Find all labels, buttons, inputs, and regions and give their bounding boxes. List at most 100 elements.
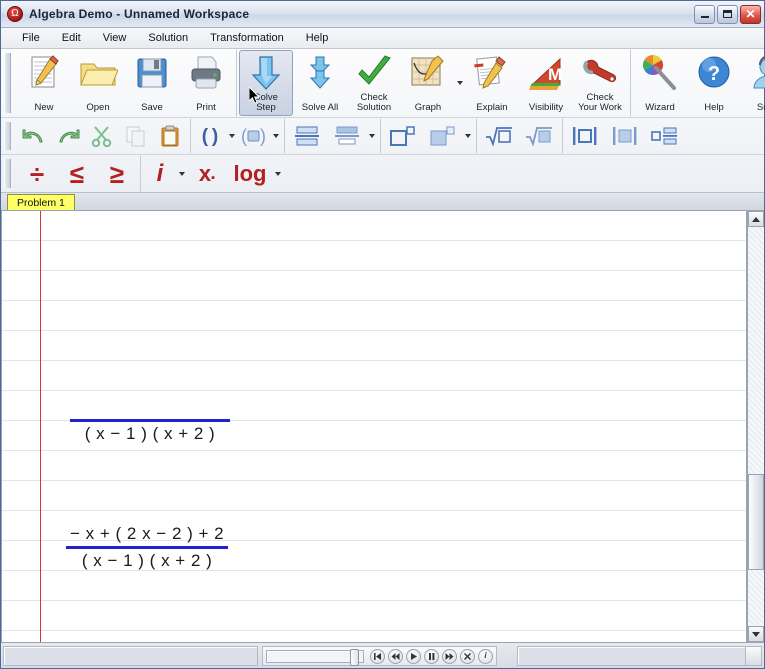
explain-button[interactable]: Explain xyxy=(465,50,519,116)
check-solution-button[interactable]: Check Solution xyxy=(347,50,401,116)
open-button-label: Open xyxy=(86,102,110,113)
parentheses-dropdown-caret[interactable] xyxy=(229,134,235,138)
explain-button-label: Explain xyxy=(476,102,508,113)
visibility-button[interactable]: M Visibility xyxy=(519,50,573,116)
less-than-equal-button[interactable]: ≤ xyxy=(57,156,97,191)
svg-text:(: ( xyxy=(241,126,247,146)
scroll-up-button[interactable] xyxy=(748,211,764,227)
check-your-work-button-label: Check Your Work xyxy=(578,92,622,113)
open-button[interactable]: Open xyxy=(71,50,125,116)
save-button[interactable]: Save xyxy=(125,50,179,116)
open-folder-icon xyxy=(78,55,119,93)
logarithm-button[interactable]: log xyxy=(227,156,273,191)
menu-item-file[interactable]: File xyxy=(11,30,51,46)
toolbar-group-help: Wizard ? Help S xyxy=(630,49,765,117)
minimize-icon xyxy=(695,6,714,23)
new-button[interactable]: New xyxy=(17,50,71,116)
menu-item-help[interactable]: Help xyxy=(295,30,340,46)
stop-close-button[interactable] xyxy=(460,648,475,664)
fraction-button[interactable] xyxy=(287,119,327,153)
resize-grip[interactable] xyxy=(745,646,762,666)
play-button[interactable] xyxy=(406,648,421,664)
status-pane-left xyxy=(3,646,258,666)
fraction-icon xyxy=(295,126,319,146)
graph-button[interactable]: Graph xyxy=(401,50,455,116)
parentheses-filled-button[interactable]: ( ) xyxy=(237,119,271,153)
graph-dropdown-caret[interactable] xyxy=(457,81,463,85)
symbol-toolbar: ÷ ≤ ≥ i x▪ log xyxy=(1,155,764,192)
solve-step-button[interactable]: Solve Step xyxy=(239,50,293,116)
exponent-filled-icon xyxy=(430,126,455,146)
save-button-label: Save xyxy=(141,102,163,113)
expression-step-2[interactable]: − x + ( 2 x − 2 ) + 2 ( x − 1 ) ( x + 2 … xyxy=(66,524,229,571)
check-your-work-button[interactable]: Check Your Work xyxy=(573,50,627,116)
parentheses-filled-dropdown-caret[interactable] xyxy=(273,134,279,138)
documents-pencil-icon xyxy=(472,55,512,93)
skip-to-start-icon xyxy=(374,652,381,660)
maximize-button[interactable] xyxy=(717,4,738,24)
fast-forward-button[interactable] xyxy=(442,648,457,664)
rewind-button[interactable] xyxy=(388,648,403,664)
subscript-x-button[interactable]: x▪ xyxy=(187,156,227,191)
radical-filled-button[interactable] xyxy=(519,119,559,153)
skip-to-start-button[interactable] xyxy=(370,648,385,664)
tab-problem-1[interactable]: Problem 1 xyxy=(7,194,75,210)
minimize-button[interactable] xyxy=(694,4,715,24)
info-icon: i xyxy=(484,651,487,660)
worksheet-paper[interactable]: ( x − 1 ) ( x + 2 ) − x + ( 2 x − 2 ) + … xyxy=(1,211,747,642)
menu-item-solution[interactable]: Solution xyxy=(137,30,199,46)
exponent-dropdown-caret[interactable] xyxy=(465,134,471,138)
scroll-down-button[interactable] xyxy=(748,626,764,642)
solve-all-button[interactable]: Solve All xyxy=(293,50,347,116)
divide-icon: ÷ xyxy=(29,158,45,189)
logarithm-dropdown-caret[interactable] xyxy=(275,171,281,176)
radical-button[interactable] xyxy=(479,119,519,153)
symbol-toolbar-grip[interactable] xyxy=(4,159,11,188)
redo-button[interactable] xyxy=(51,119,85,153)
wizard-button-label: Wizard xyxy=(645,102,675,113)
help-button[interactable]: ? Help xyxy=(687,50,741,116)
parentheses-button[interactable]: ( ) xyxy=(193,119,227,153)
scrollbar-track[interactable] xyxy=(748,227,764,626)
scrollbar-thumb[interactable] xyxy=(748,474,764,571)
absolute-value-filled-button[interactable] xyxy=(605,119,645,153)
floppy-disk-icon xyxy=(132,55,172,93)
absolute-value-button[interactable] xyxy=(565,119,605,153)
support-button[interactable]: Supp xyxy=(741,50,765,116)
print-button[interactable]: Print xyxy=(179,50,233,116)
exponent-button[interactable] xyxy=(383,119,423,153)
fraction-dropdown-caret[interactable] xyxy=(369,134,375,138)
svg-text:M: M xyxy=(548,65,562,84)
exponent-filled-button[interactable] xyxy=(423,119,463,153)
visibility-m-icon: M xyxy=(526,55,566,93)
vertical-scrollbar[interactable] xyxy=(747,211,764,642)
copy-button[interactable] xyxy=(119,119,153,153)
cut-button[interactable] xyxy=(85,119,119,153)
imaginary-unit-dropdown-caret[interactable] xyxy=(179,171,185,176)
toolbar-area: New Open Save Print Solve Step Solve All… xyxy=(1,49,765,193)
menu-item-edit[interactable]: Edit xyxy=(51,30,92,46)
info-button[interactable]: i xyxy=(478,648,493,664)
toolbar-grip[interactable] xyxy=(4,53,11,113)
mixed-number-button[interactable] xyxy=(645,119,685,153)
greater-than-equal-button[interactable]: ≥ xyxy=(97,156,137,191)
solve-step-button-label: Solve Step xyxy=(254,92,278,113)
playback-slider-knob[interactable] xyxy=(350,648,359,666)
edit-toolbar-grip[interactable] xyxy=(4,122,11,150)
blue-question-icon: ? xyxy=(694,55,734,93)
imaginary-unit-button[interactable]: i xyxy=(143,156,177,191)
undo-button[interactable] xyxy=(17,119,51,153)
menu-item-transformation[interactable]: Transformation xyxy=(199,30,295,46)
playback-slider[interactable] xyxy=(266,648,364,666)
fraction-filled-button[interactable] xyxy=(327,119,367,153)
wizard-button[interactable]: Wizard xyxy=(633,50,687,116)
expression-step-1[interactable]: ( x − 1 ) ( x + 2 ) xyxy=(70,417,230,444)
pause-button[interactable] xyxy=(424,648,439,664)
magic-wand-icon xyxy=(640,54,680,93)
playback-controls: i xyxy=(262,646,497,666)
divide-button[interactable]: ÷ xyxy=(17,156,57,191)
menu-item-view[interactable]: View xyxy=(92,30,138,46)
paste-button[interactable] xyxy=(153,119,187,153)
close-button[interactable]: ✕ xyxy=(740,4,761,24)
parentheses-icon: ( ) xyxy=(201,125,219,147)
